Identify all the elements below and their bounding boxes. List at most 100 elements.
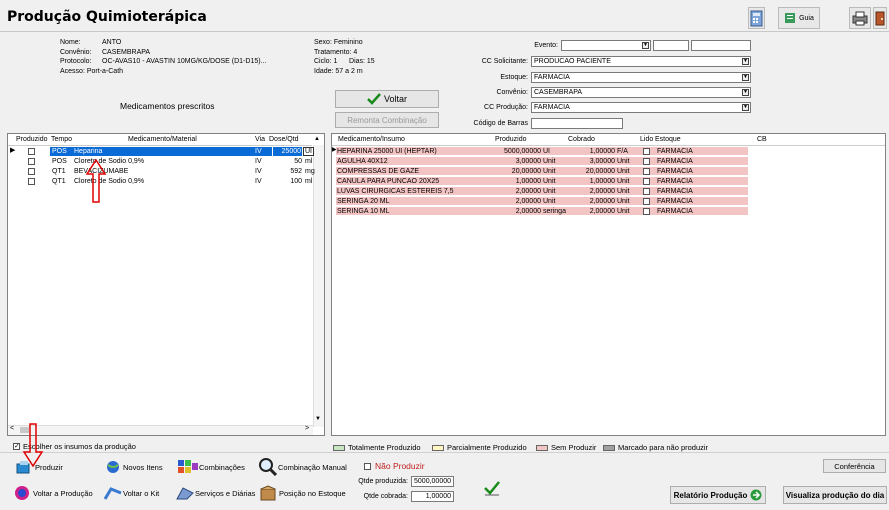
relatorio-label: Relatório Produção [673,490,748,500]
lido-checkbox[interactable] [643,148,650,155]
exit-icon[interactable] [873,7,887,29]
codigo-barras-label: Código de Barras [473,120,528,127]
posicao-estoque-button[interactable]: Posição no Estoque [259,485,346,501]
legend-sem-produzir: Sem Produzir [536,443,596,452]
printer-icon[interactable] [849,7,871,29]
legend-swatch [432,444,444,451]
insumo-name: COMPRESSAS DE GAZE [337,168,420,175]
cobrado-value: 1,00000 [589,178,615,185]
produzido-value: 3,00000 [515,158,541,165]
qtde-cobrada-input[interactable]: 1,00000 [411,491,454,502]
produzido-value: 20,00000 [511,168,541,175]
table-row[interactable]: COMPRESSAS DE GAZE 20,00000 Unit 20,00000 Un… [336,167,748,176]
checkbox-box [364,462,371,470]
cobrado-unit: Unit [617,168,630,175]
cobrado-unit: Unit [617,198,630,205]
visualiza-producao-button[interactable]: Visualiza produção do dia [783,486,887,504]
novos-itens-label: Novos Itens [123,462,163,472]
relatorio-producao-button[interactable]: Relatório Produção [670,486,766,504]
convenio-value: CASEMBRAPA [534,89,583,96]
left-horizontal-scrollbar[interactable] [8,425,313,435]
col-cb: CB [757,136,767,143]
patient-idade: Idade: 57 a 2 m [314,67,363,75]
annotation-arrow-down-icon [22,423,44,468]
patient-sexo: Sexo: Feminino [314,39,363,46]
col-lido: Lido [640,136,654,143]
legend-label: Totalmente Produzido [348,443,421,452]
lido-checkbox[interactable] [643,198,650,205]
produzido-value: 2,00000 [515,208,541,215]
col-medicamento-insumo: Medicamento/Insumo [338,136,405,143]
codigo-barras-input[interactable] [531,118,623,129]
estoque-value: FARMACIA [657,158,693,165]
box-icon [260,485,276,501]
estoque-select[interactable]: FARMACIA ▼ [531,72,751,83]
table-row[interactable]: CANULA PARA PUNCAO 20X25 1,00000 Unit 1,000… [336,177,748,186]
voltar-button[interactable]: Voltar [335,90,439,108]
convenio-select[interactable]: CASEMBRAPA ▼ [531,87,751,98]
produzido-checkbox[interactable] [28,178,35,185]
table-row[interactable]: QT1 Cloreto de Sodio 0,9% IV 100 ml [16,177,312,186]
combinacao-manual-button[interactable]: Combinação Manual [258,458,347,476]
estoque-value: FARMACIA [657,208,693,215]
table-row[interactable]: AGULHA 40X12 3,00000 Unit 3,00000 Unit FARMAC… [336,157,748,166]
produzido-unit: Unit [543,178,556,185]
servicos-label: Serviços e Diárias [195,488,256,498]
lido-checkbox[interactable] [643,208,650,215]
scroll-up-icon[interactable]: ▲ [314,136,320,142]
table-row[interactable]: SERINGA 20 ML 2,00000 Unit 2,00000 Unit FARMA… [336,197,748,206]
cc-producao-value: FARMACIA [534,104,570,111]
lido-checkbox[interactable] [643,188,650,195]
produzido-checkbox[interactable] [28,168,35,175]
table-row[interactable]: LUVAS CIRURGICAS ESTEREIS 7,5 2,00000 Unit… [336,187,748,196]
row-via: IV [255,158,262,165]
table-row[interactable]: POS Heparina IV 25000 UI [16,147,314,156]
lido-checkbox[interactable] [643,168,650,175]
lido-checkbox[interactable] [643,178,650,185]
estoque-value: FARMACIA [657,198,693,205]
remonta-combinacao-button[interactable]: Remonta Combinação [335,112,439,128]
col-dose: Dose/Qtd [269,136,299,143]
produzido-unit: seringa [543,208,566,215]
evento-select[interactable]: ▼ [561,40,651,51]
cc-producao-select[interactable]: FARMACIA ▼ [531,102,751,113]
calculator-icon[interactable] [748,7,765,29]
produzido-checkbox[interactable] [28,158,35,165]
row-via: IV [255,178,262,185]
table-row[interactable]: SERINGA 10 ML 2,00000 seringa 2,00000 Unit FA… [336,207,748,216]
nao-produzir-checkbox[interactable]: Não Produzir [364,461,425,471]
qtde-produzida-input[interactable]: 5000,00000 [411,476,454,487]
voltar-producao-button[interactable]: Voltar a Produção [13,485,93,501]
evento-field-3[interactable] [691,40,751,51]
row-medicamento: Heparina [74,148,103,155]
scroll-down-icon[interactable]: ▼ [315,416,321,422]
annotation-arrow-up-icon [85,158,107,203]
nao-produzir-label: Não Produzir [375,461,425,471]
table-row[interactable]: POS Cloreto de Sodio 0,9% IV 50 ml [16,157,312,166]
lido-checkbox[interactable] [643,158,650,165]
cc-solicitante-select[interactable]: PRODUCAO PACIENTE ▼ [531,56,751,67]
left-vertical-scrollbar[interactable] [313,145,324,427]
col-tempo: Tempo [51,136,73,143]
confirm-check-button[interactable] [483,480,501,498]
arrow-right-icon [750,489,762,501]
qtde-produzida-label: Qtde produzida: [358,478,408,485]
row-tempo: POS [52,158,67,165]
conferencia-button[interactable]: Conferência [823,459,886,473]
voltar-label: Voltar [383,94,407,104]
scroll-left-icon[interactable]: < [10,425,14,432]
produzido-unit: Unit [543,188,556,195]
row-pointer-icon: ▶ [10,147,16,154]
legend-marcado: Marcado para não produzir [603,443,708,452]
combinacoes-button[interactable]: Combinações [177,459,245,475]
row-via: IV [255,148,262,155]
servicos-diarias-button[interactable]: Serviços e Diárias [175,485,255,501]
scroll-right-icon[interactable]: > [305,425,309,432]
voltar-kit-button[interactable]: Voltar o Kit [103,485,159,501]
novos-itens-button[interactable]: Novos Itens [105,460,163,474]
guia-button[interactable]: Guia [778,7,820,29]
table-row[interactable]: HEPARINA 25000 UI (HEPTAR) 5000,00000 UI 1,… [336,147,748,156]
produzido-checkbox[interactable] [28,148,35,155]
table-row[interactable]: QT1 BEVACIZUMABE IV 592 mg [16,167,315,176]
evento-field-2[interactable] [653,40,689,51]
